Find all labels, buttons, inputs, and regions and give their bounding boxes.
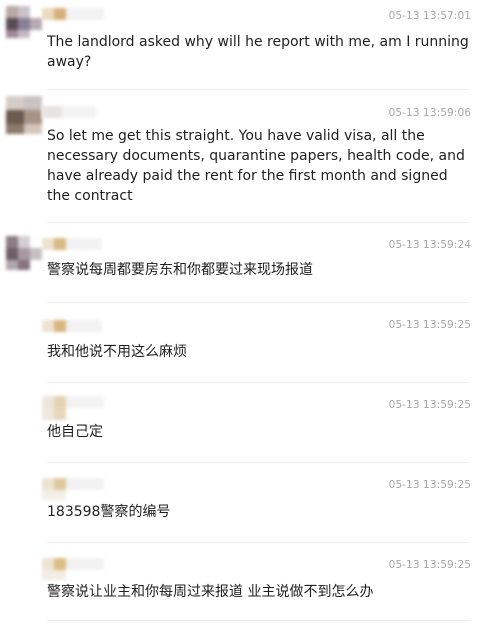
comment-timestamp: 05-13 13:59:25 xyxy=(388,479,471,491)
username[interactable] xyxy=(42,8,104,24)
avatar[interactable] xyxy=(6,236,42,270)
comment-text: 警察说每周都要房东和你都要过来现场报道 xyxy=(47,262,313,278)
avatar[interactable] xyxy=(6,96,42,134)
comment-timestamp: 05-13 13:57:01 xyxy=(388,10,471,22)
comment-item: 05-13 13:59:25 他自己定 xyxy=(0,392,484,452)
comment-item: 05-13 13:59:24 警察说每周都要房东和你都要过来现场报道 xyxy=(0,232,484,292)
username[interactable] xyxy=(42,320,102,334)
comment-text: 警察说让业主和你每周过来报道 业主说做不到怎么办 xyxy=(47,584,374,600)
comment-timestamp: 05-13 13:59:06 xyxy=(388,107,471,119)
comment-text: The landlord asked why will he report wi… xyxy=(47,34,469,70)
divider xyxy=(47,89,470,90)
divider xyxy=(47,542,470,543)
comment-item: 05-13 13:59:25 我和他说不用这么麻烦 xyxy=(0,312,484,372)
comment-timestamp: 05-13 13:59:24 xyxy=(388,239,471,251)
username[interactable] xyxy=(42,478,104,500)
comment-timestamp: 05-13 13:59:25 xyxy=(388,399,471,411)
comment-timestamp: 05-13 13:59:25 xyxy=(388,319,471,331)
divider xyxy=(47,382,470,383)
comment-item: 05-13 13:57:01 The landlord asked why wi… xyxy=(0,0,484,80)
comment-timestamp: 05-13 13:59:25 xyxy=(388,559,471,571)
divider xyxy=(47,462,470,463)
comment-text: So let me get this straight. You have va… xyxy=(47,128,465,204)
username[interactable] xyxy=(42,396,104,420)
divider xyxy=(47,620,470,621)
divider xyxy=(47,302,470,303)
comment-item: 05-13 13:59:25 警察说让业主和你每周过来报道 业主说做不到怎么办 xyxy=(0,552,484,612)
comment-text: 他自己定 xyxy=(47,424,103,440)
avatar[interactable] xyxy=(6,6,42,38)
divider xyxy=(47,222,470,223)
comment-item: 05-13 13:59:25 183598警察的编号 xyxy=(0,472,484,532)
comment-text: 我和他说不用这么麻烦 xyxy=(47,344,187,360)
username[interactable] xyxy=(42,558,104,580)
comment-text: 183598警察的编号 xyxy=(47,504,171,520)
comment-item: 05-13 13:59:06 So let me get this straig… xyxy=(0,96,484,216)
comment-feed: 05-13 13:57:01 The landlord asked why wi… xyxy=(0,0,484,624)
username[interactable] xyxy=(42,238,102,252)
username[interactable] xyxy=(42,106,96,120)
